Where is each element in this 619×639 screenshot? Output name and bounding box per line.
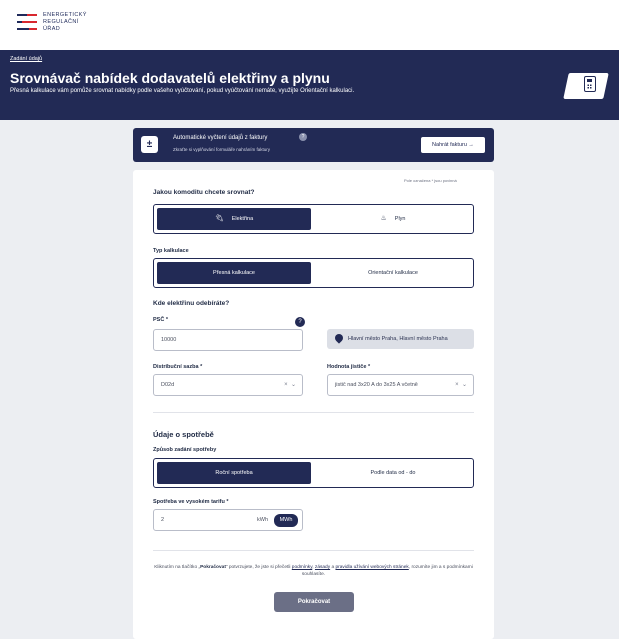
clear-and-chevron-icon[interactable]: × ⌄ xyxy=(455,381,467,388)
breadcrumb[interactable]: Zadání údajů xyxy=(10,56,42,62)
top-bar: ENERGETICKÝ REGULAČNÍ ÚŘAD xyxy=(0,0,619,50)
calculator-form: Pole označena * jsou povinná Jakou komod… xyxy=(133,170,494,639)
calc-type-toggle: Přesná kalkulace Orientační kalkulace xyxy=(153,258,474,288)
page-title: Srovnávač nabídek dodavatelů elektřiny a… xyxy=(10,70,330,86)
logo-text: ENERGETICKÝ REGULAČNÍ ÚŘAD xyxy=(43,11,87,32)
terms-link[interactable]: podmínky xyxy=(292,565,312,570)
calc-type-label: Typ kalkulace xyxy=(153,248,189,254)
commodity-toggle: 🔌︎ Elektřina ♨ Plyn xyxy=(153,204,474,234)
psc-input[interactable]: 10000 xyxy=(153,329,303,351)
website-rules-link[interactable]: pravidla užívání webových stránek xyxy=(335,565,408,570)
divider xyxy=(153,550,474,551)
required-note: Pole označena * jsou povinná xyxy=(404,178,457,183)
psc-help-icon[interactable]: ? xyxy=(295,317,305,327)
upload-invoice-button[interactable]: Nahrát fakturu → xyxy=(421,137,485,153)
divider xyxy=(153,412,474,413)
upload-icon: ± xyxy=(141,136,158,153)
psc-label: PSČ * xyxy=(153,317,168,323)
commodity-label: Jakou komoditu chcete srovnat? xyxy=(153,189,255,196)
consumption-mode-label: Způsob zadání spotřeby xyxy=(153,447,217,453)
consent-text: Kliknutím na tlačítko „Pokračovat“ potvr… xyxy=(154,565,473,577)
page-subtitle: Přesná kalkulace vám pomůže srovnat nabí… xyxy=(10,88,355,94)
upload-subtitle: Zkraťte si vyplňování formuláře nahráním… xyxy=(173,147,270,152)
eru-logo[interactable]: ENERGETICKÝ REGULAČNÍ ÚŘAD xyxy=(17,8,87,36)
commodity-option-electricity[interactable]: 🔌︎ Elektřina xyxy=(157,208,311,230)
clear-and-chevron-icon[interactable]: × ⌄ xyxy=(284,381,296,388)
unit-kwh-option[interactable]: kWh xyxy=(257,517,268,523)
map-pin-icon xyxy=(333,332,345,344)
consumption-mode-date-range[interactable]: Podle data od - do xyxy=(314,462,472,484)
calc-type-option-orientation[interactable]: Orientační kalkulace xyxy=(314,262,472,284)
consumption-mode-toggle: Roční spotřeba Podle data od - do xyxy=(153,458,474,488)
tariff-select[interactable]: D02d × ⌄ xyxy=(153,374,303,396)
consumption-heading: Údaje o spotřebě xyxy=(153,430,214,439)
eru-logo-icon xyxy=(17,8,37,36)
privacy-link[interactable]: zásady xyxy=(315,565,330,570)
continue-button[interactable]: Pokračovat xyxy=(274,592,354,612)
location-heading: Kde elektřinu odebíráte? xyxy=(153,300,230,307)
calculator-icon xyxy=(584,76,596,92)
location-result: Hlavní město Praha, Hlavní město Praha xyxy=(327,329,474,349)
hero-banner: Zadání údajů Srovnávač nabídek dodavatel… xyxy=(0,50,619,120)
upload-title: Automatické vyčtení údajů z faktury xyxy=(173,135,268,141)
breaker-select[interactable]: jistič nad 3x20 A do 3x25 A včetně × ⌄ xyxy=(327,374,474,396)
consumption-mode-annual[interactable]: Roční spotřeba xyxy=(157,462,311,484)
calc-type-option-precise[interactable]: Přesná kalkulace xyxy=(157,262,311,284)
invoice-upload-banner: ± Automatické vyčtení údajů z faktury ? … xyxy=(133,128,494,162)
tariff-label: Distribuční sazba * xyxy=(153,364,203,370)
high-tariff-label: Spotřeba ve vysokém tarifu * xyxy=(153,499,229,505)
plug-icon: 🔌︎ xyxy=(214,215,224,222)
gas-icon: ♨ xyxy=(380,215,387,222)
info-icon[interactable]: ? xyxy=(299,133,307,141)
commodity-option-gas[interactable]: ♨ Plyn xyxy=(314,208,472,230)
unit-mwh-option[interactable]: MWh xyxy=(274,514,298,527)
high-tariff-input[interactable]: 2 kWh MWh xyxy=(153,509,303,531)
breaker-label: Hodnota jističe * xyxy=(327,364,371,370)
